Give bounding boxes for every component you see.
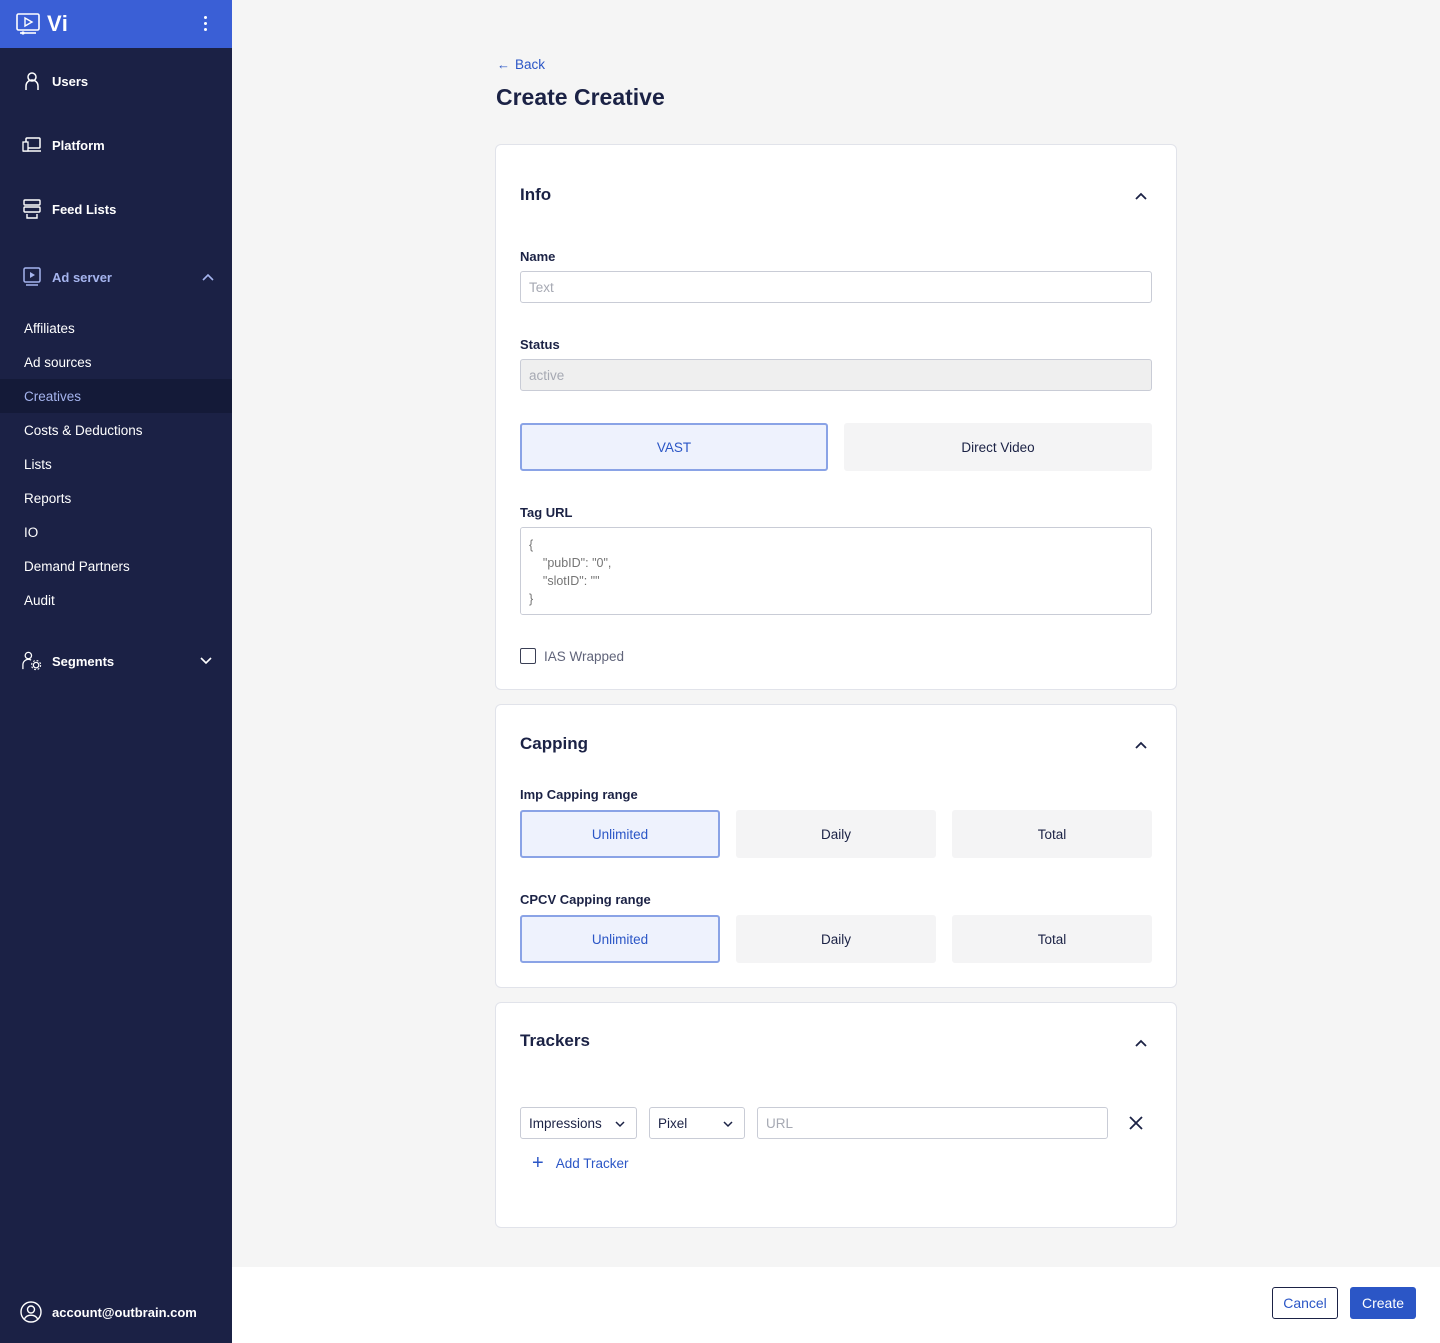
tracker-event-select[interactable]: Impressions — [520, 1107, 637, 1139]
chevron-down-icon — [615, 1121, 625, 1128]
trackers-title: Trackers — [520, 1031, 590, 1050]
ias-wrapped-checkbox[interactable]: IAS Wrapped — [520, 648, 624, 664]
checkbox-box[interactable] — [520, 648, 536, 664]
sidebar-item-feed-lists[interactable]: Feed Lists — [0, 189, 232, 229]
sidebar-subitem[interactable]: IO — [0, 515, 232, 549]
user-settings-icon — [22, 651, 42, 671]
sidebar-item-label: Users — [52, 73, 89, 89]
cpcv-option-unlimited[interactable]: Unlimited — [520, 915, 720, 963]
imp-option-unlimited[interactable]: Unlimited — [520, 810, 720, 858]
tracker-kind-value: Pixel — [658, 1115, 688, 1131]
sidebar-subitem[interactable]: Reports — [0, 481, 232, 515]
video-icon — [22, 267, 42, 287]
imp-capping-label: Imp Capping range — [520, 787, 638, 802]
sidebar-item-label: Feed Lists — [52, 201, 117, 217]
arrow-left-icon: ← — [497, 57, 510, 72]
sidebar-item-users[interactable]: Users — [0, 61, 232, 101]
add-tracker-label: Add Tracker — [555, 1155, 629, 1171]
sidebar-item-segments[interactable]: Segments — [0, 641, 232, 681]
chevron-down-icon — [200, 657, 212, 665]
tracker-url-input[interactable] — [757, 1107, 1108, 1139]
logo-icon — [16, 13, 40, 35]
status-label: Status — [520, 337, 560, 352]
tag-url-input[interactable] — [520, 527, 1152, 615]
sidebar-subitem[interactable]: Ad sources — [0, 345, 232, 379]
ias-wrapped-label: IAS Wrapped — [544, 648, 625, 664]
sidebar-subitem[interactable]: Costs & Deductions — [0, 413, 232, 447]
add-tracker-button[interactable]: + Add Tracker — [532, 1152, 629, 1174]
capping-title: Capping — [520, 734, 588, 753]
trackers-card: Trackers Impressions Pixel + Add Tracker — [495, 1002, 1177, 1228]
chevron-up-icon — [202, 273, 214, 281]
tag-url-label: Tag URL — [520, 505, 573, 520]
sidebar-subitem[interactable]: Lists — [0, 447, 232, 481]
sidebar-subitem[interactable]: Demand Partners — [0, 549, 232, 583]
type-option-vast[interactable]: VAST — [520, 423, 828, 471]
laptop-icon — [22, 135, 42, 155]
sidebar-item-label: Segments — [52, 653, 115, 669]
plus-icon: + — [532, 1152, 544, 1174]
back-label: Back — [515, 57, 546, 72]
name-input[interactable] — [520, 271, 1152, 303]
status-input — [520, 359, 1152, 391]
sidebar-subitem[interactable]: Creatives — [0, 379, 232, 413]
info-card: Info Name Status VAST Direct Video Tag U… — [495, 144, 1177, 690]
server-stack-icon — [22, 199, 42, 219]
cpcv-capping-label: CPCV Capping range — [520, 892, 651, 907]
account-email: account@outbrain.com — [52, 1304, 197, 1320]
chevron-up-icon[interactable] — [1132, 1034, 1150, 1052]
cpcv-option-daily[interactable]: Daily — [736, 915, 936, 963]
user-icon — [22, 71, 42, 91]
chevron-up-icon[interactable] — [1132, 736, 1150, 754]
brand-name: Vi — [47, 11, 69, 36]
sidebar-item-label: Platform — [52, 137, 105, 153]
tracker-kind-select[interactable]: Pixel — [649, 1107, 745, 1139]
back-link[interactable]: ← Back — [497, 57, 545, 72]
sidebar-item-label: Ad server — [52, 269, 112, 285]
chevron-down-icon — [723, 1121, 733, 1128]
sidebar: Vi Users Platform Feed Lists Ad server A… — [0, 0, 232, 1343]
page-title: Create Creative — [496, 84, 665, 110]
sidebar-subitem[interactable]: Affiliates — [0, 311, 232, 345]
sidebar-item-platform[interactable]: Platform — [0, 125, 232, 165]
chevron-up-icon[interactable] — [1132, 187, 1150, 205]
account-menu[interactable]: account@outbrain.com — [20, 1301, 197, 1323]
create-button[interactable]: Create — [1350, 1287, 1416, 1319]
tracker-event-value: Impressions — [529, 1115, 602, 1131]
imp-option-total[interactable]: Total — [952, 810, 1152, 858]
sidebar-item-ad-server[interactable]: Ad server — [0, 257, 232, 297]
info-title: Info — [520, 185, 552, 204]
more-menu-icon[interactable] — [202, 14, 208, 34]
cancel-button[interactable]: Cancel — [1272, 1287, 1338, 1319]
cpcv-option-total[interactable]: Total — [952, 915, 1152, 963]
brand-bar: Vi — [0, 0, 232, 48]
imp-option-daily[interactable]: Daily — [736, 810, 936, 858]
sidebar-subitem[interactable]: Audit — [0, 583, 232, 617]
capping-card: Capping Imp Capping range Unlimited Dail… — [495, 704, 1177, 988]
name-label: Name — [520, 249, 556, 264]
close-icon[interactable] — [1127, 1114, 1145, 1132]
footer-bar: Cancel Create — [232, 1267, 1440, 1343]
type-option-direct-video[interactable]: Direct Video — [844, 423, 1152, 471]
account-icon — [20, 1301, 42, 1323]
